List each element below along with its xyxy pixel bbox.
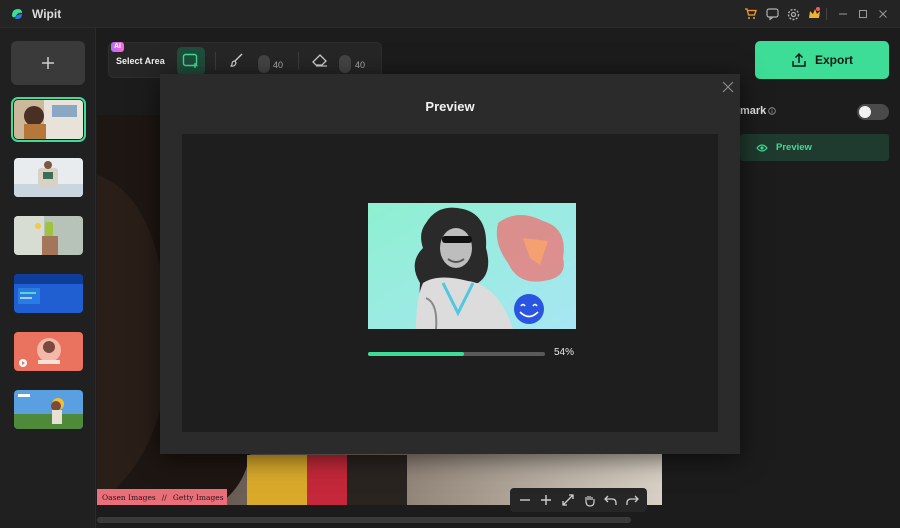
credit-watermark: Oasen Images // Getty Images xyxy=(97,489,227,505)
hand-icon[interactable] xyxy=(581,492,597,508)
preview-image xyxy=(368,203,576,329)
toggle-knob xyxy=(859,106,871,118)
ai-badge: AI xyxy=(111,42,124,52)
export-label: Export xyxy=(814,53,853,67)
image-list-sidebar xyxy=(0,28,96,528)
thumbnail-6[interactable] xyxy=(14,390,83,429)
premium-icon[interactable] xyxy=(806,6,822,22)
select-area-icon xyxy=(182,53,198,68)
feedback-icon[interactable] xyxy=(764,6,780,22)
info-icon[interactable] xyxy=(768,102,776,120)
eraser-size-value: 40 xyxy=(355,60,366,70)
eraser-size-slider[interactable] xyxy=(339,55,351,73)
credit-right: Getty Images xyxy=(172,492,224,502)
canvas-controls xyxy=(510,488,647,512)
preview-button[interactable]: Preview xyxy=(740,134,889,161)
edit-toolbar: AI Select Area 40 40 xyxy=(108,42,382,78)
export-icon xyxy=(792,52,806,67)
remark-label: mark xyxy=(740,105,767,117)
cart-icon[interactable] xyxy=(742,6,758,22)
brush-icon[interactable] xyxy=(229,52,245,73)
thumbnail-1[interactable] xyxy=(11,97,86,142)
preview-modal: Preview 54% xyxy=(160,74,740,454)
plus-icon xyxy=(42,57,54,69)
progress-bar xyxy=(368,352,545,356)
modal-title: Preview xyxy=(425,99,475,114)
credit-separator: // xyxy=(161,492,167,502)
eye-icon xyxy=(756,143,768,152)
zoom-in-icon[interactable] xyxy=(538,492,554,508)
brush-size-slider[interactable] xyxy=(258,55,270,73)
close-icon[interactable] xyxy=(874,5,892,23)
thumbnail-4[interactable] xyxy=(14,274,83,313)
horizontal-scrollbar[interactable] xyxy=(97,517,631,523)
thumbnail-5[interactable] xyxy=(14,332,83,371)
thumbnail-3[interactable] xyxy=(14,216,83,255)
undo-icon[interactable] xyxy=(603,492,619,508)
app-logo-icon xyxy=(12,9,22,19)
zoom-out-icon[interactable] xyxy=(517,492,533,508)
progress-fill xyxy=(368,352,464,356)
thumbnail-2[interactable] xyxy=(14,158,83,197)
titlebar-divider xyxy=(826,8,827,20)
toolbar-divider xyxy=(298,52,299,70)
redo-icon[interactable] xyxy=(624,492,640,508)
app-title: Wipit xyxy=(32,7,62,21)
progress-percent: 54% xyxy=(554,347,575,358)
select-area-button[interactable] xyxy=(177,47,205,75)
preview-button-label: Preview xyxy=(776,142,812,153)
export-button[interactable]: Export xyxy=(755,41,889,79)
eraser-icon[interactable] xyxy=(311,52,329,73)
select-area-label: Select Area xyxy=(116,56,165,66)
title-bar: Wipit xyxy=(0,0,900,28)
minimize-icon[interactable] xyxy=(834,5,852,23)
modal-close-icon[interactable] xyxy=(722,80,734,93)
brush-size-value: 40 xyxy=(273,60,284,70)
fit-icon[interactable] xyxy=(560,492,576,508)
toolbar-divider xyxy=(215,52,216,70)
settings-icon[interactable] xyxy=(785,6,801,22)
credit-left: Oasen Images xyxy=(102,492,156,502)
remark-toggle[interactable] xyxy=(857,104,889,120)
preview-area: 54% xyxy=(182,134,718,432)
app-window: Wipit AI Select Area 40 40 Export Oasen … xyxy=(0,0,900,528)
maximize-icon[interactable] xyxy=(854,5,872,23)
add-image-button[interactable] xyxy=(11,41,85,85)
